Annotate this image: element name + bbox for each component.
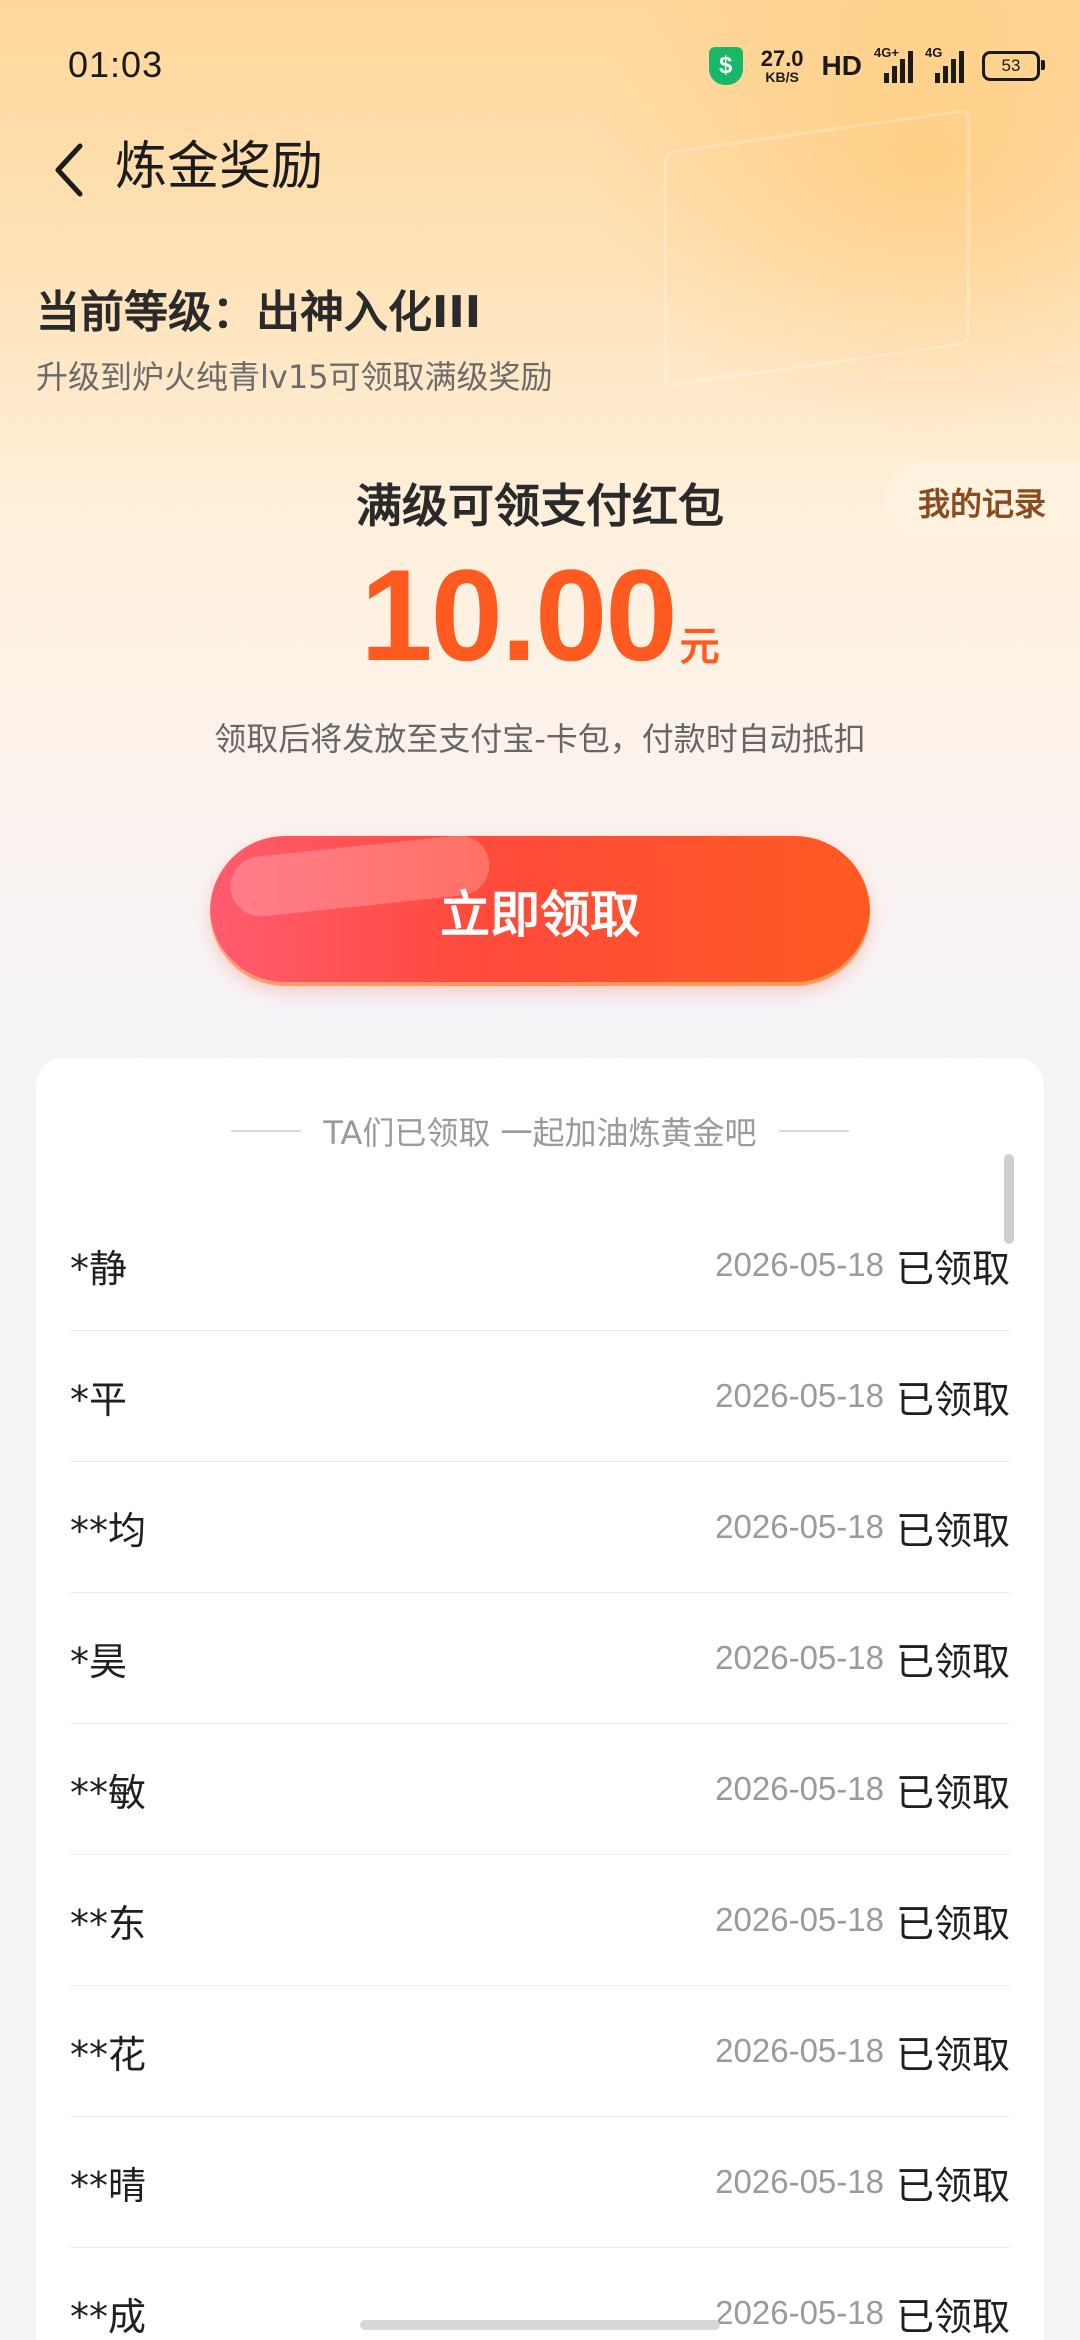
reward-amount: 10.00 元 (0, 540, 1080, 690)
title-divider-left (231, 1130, 302, 1132)
amount-unit: 元 (679, 624, 720, 670)
claim-status: 已领取 (895, 1377, 1010, 1422)
back-button[interactable] (30, 130, 110, 210)
user-name: *昊 (70, 1639, 128, 1684)
page-title: 炼金奖励 (115, 137, 324, 197)
claim-info: 2026-05-18 已领取 (715, 2286, 1010, 2340)
claim-date: 2026-05-18 (715, 1508, 884, 1545)
claim-date: 2026-05-18 (715, 1901, 884, 1938)
claim-info: 2026-05-18 已领取 (715, 1762, 1010, 1817)
speed-unit: KB/S (765, 69, 799, 85)
list-item: **晴 2026-05-18 已领取 (70, 2117, 1010, 2248)
battery-level: 53 (1001, 56, 1021, 75)
status-time: 01:03 (68, 44, 164, 85)
user-name: *平 (70, 1377, 128, 1422)
user-name: **花 (70, 2032, 147, 2077)
speed-value: 27.0 (760, 46, 804, 71)
claim-info: 2026-05-18 已领取 (715, 2155, 1010, 2210)
claim-status: 已领取 (895, 1508, 1010, 1553)
my-records-button[interactable]: 我的记录 (884, 462, 1080, 542)
title-divider-right (778, 1130, 849, 1132)
user-name: **晴 (70, 2163, 147, 2208)
claim-info: 2026-05-18 已领取 (715, 1893, 1010, 1948)
hd-icon: HD (821, 50, 862, 81)
status-bar: 01:03 $ 27.0 KB/S HD 4G+ 4G 53 (0, 0, 1080, 130)
list-item: *昊 2026-05-18 已领取 (70, 1593, 1010, 1724)
claim-date: 2026-05-18 (715, 2294, 884, 2331)
network-speed: 27.0 KB/S (760, 46, 804, 85)
list-item: **敏 2026-05-18 已领取 (70, 1724, 1010, 1855)
claim-date: 2026-05-18 (715, 2032, 884, 2069)
user-name: **敏 (70, 1770, 147, 1815)
claim-info: 2026-05-18 已领取 (715, 1238, 1010, 1293)
list-item: **花 2026-05-18 已领取 (70, 1986, 1010, 2117)
user-name: **东 (70, 1901, 147, 1946)
signal-icon: 4G+ (874, 45, 913, 83)
claim-date: 2026-05-18 (715, 1639, 884, 1676)
claim-info: 2026-05-18 已领取 (715, 1631, 1010, 1686)
list-item: **均 2026-05-18 已领取 (70, 1462, 1010, 1593)
level-hint: 升级到炉火纯青lv15可领取满级奖励 (36, 358, 553, 396)
claim-info: 2026-05-18 已领取 (715, 1369, 1010, 1424)
status-icons: $ 27.0 KB/S HD 4G+ 4G 53 (708, 44, 1045, 88)
network-type-2: 4G (925, 45, 943, 60)
shield-icon: $ (708, 47, 743, 85)
list-item: *平 2026-05-18 已领取 (70, 1331, 1010, 1462)
claim-status: 已领取 (895, 1770, 1010, 1815)
claim-status: 已领取 (895, 2032, 1010, 2077)
claim-status: 已领取 (895, 2163, 1010, 2208)
claimed-list-card: TA们已领取 一起加油炼黄金吧 *静 2026-05-18 已领取 *平 202… (36, 1058, 1044, 2340)
user-name: **均 (70, 1508, 147, 1553)
amount-value: 10.00 (360, 542, 677, 688)
network-type-1: 4G+ (874, 45, 899, 60)
list-item: *静 2026-05-18 已领取 (70, 1200, 1010, 1331)
battery-icon: 53 (982, 51, 1045, 81)
claim-info: 2026-05-18 已领取 (715, 1500, 1010, 1555)
user-name: *静 (70, 1246, 128, 1291)
decoration-box (664, 108, 970, 388)
claim-status: 已领取 (895, 1639, 1010, 1684)
list-title-text: TA们已领取 一起加油炼黄金吧 (323, 1114, 757, 1152)
claim-status: 已领取 (895, 2294, 1010, 2339)
current-level: 当前等级：出神入化III (36, 287, 482, 338)
user-name: **成 (70, 2294, 147, 2339)
claim-status: 已领取 (895, 1901, 1010, 1946)
claim-date: 2026-05-18 (715, 1770, 884, 1807)
list-item: **东 2026-05-18 已领取 (70, 1855, 1010, 1986)
list-title: TA们已领取 一起加油炼黄金吧 (36, 1106, 1044, 1156)
claim-button-label: 立即领取 (440, 886, 640, 944)
home-indicator[interactable] (360, 2320, 720, 2330)
chevron-left-icon (55, 143, 83, 197)
signal-icon-2: 4G (925, 45, 964, 83)
claim-date: 2026-05-18 (715, 1377, 884, 1414)
claim-info: 2026-05-18 已领取 (715, 2024, 1010, 2079)
claim-date: 2026-05-18 (715, 2163, 884, 2200)
claim-status: 已领取 (895, 1246, 1010, 1291)
claim-date: 2026-05-18 (715, 1246, 884, 1283)
claim-now-button[interactable]: 立即领取 (210, 836, 870, 986)
reward-note: 领取后将发放至支付宝-卡包，付款时自动抵扣 (214, 720, 866, 758)
claimed-list: *静 2026-05-18 已领取 *平 2026-05-18 已领取 **均 … (70, 1200, 1010, 2340)
